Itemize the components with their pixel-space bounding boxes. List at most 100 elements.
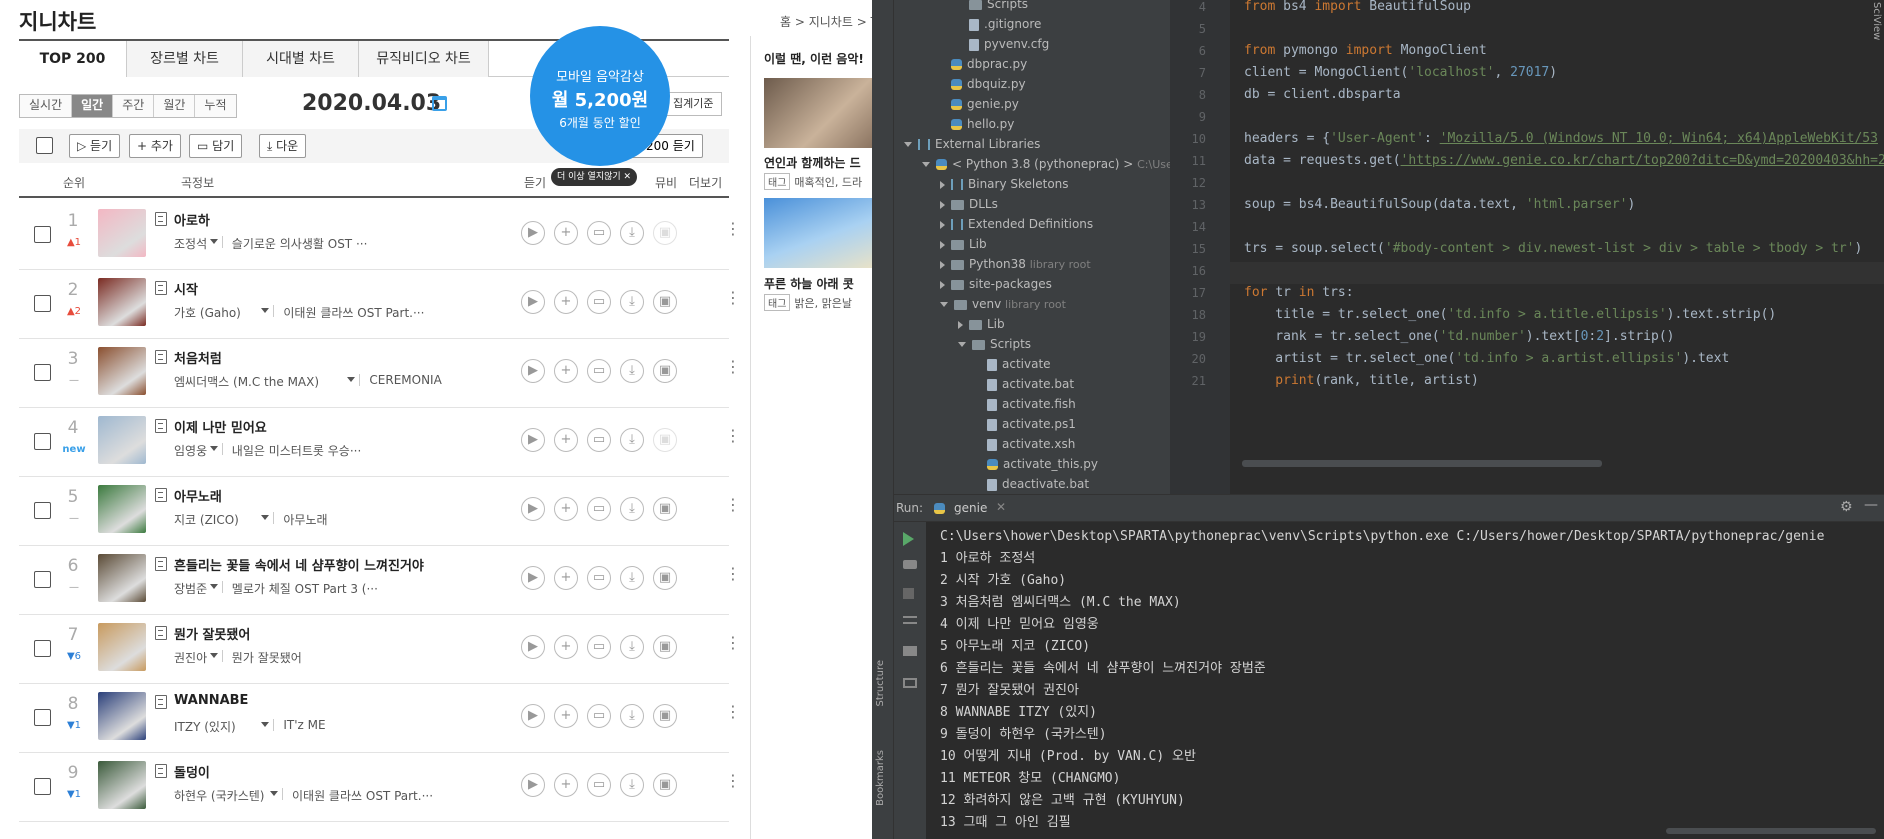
song-artist[interactable]: 가호 (Gaho): [174, 304, 241, 321]
more-options-icon[interactable]: ⋮: [725, 219, 741, 238]
tree-item[interactable]: Binary Skeletons: [940, 174, 1069, 194]
play-icon[interactable]: ▶: [521, 290, 545, 314]
add-icon[interactable]: +: [554, 221, 578, 245]
play-icon[interactable]: ▶: [521, 497, 545, 521]
download-icon[interactable]: ⤓: [620, 290, 644, 314]
minimize-icon[interactable]: —: [1864, 497, 1878, 513]
run-tab-genie[interactable]: genie: [954, 501, 987, 515]
download-icon[interactable]: ⤓: [620, 359, 644, 383]
tree-item[interactable]: activate.ps1: [976, 414, 1076, 434]
album-art[interactable]: [98, 278, 146, 326]
add-icon[interactable]: +: [554, 497, 578, 521]
song-title[interactable]: 아로하: [174, 210, 210, 229]
close-tab-icon[interactable]: ✕: [996, 500, 1006, 514]
song-artist[interactable]: 엠씨더맥스 (M.C the MAX): [174, 373, 319, 390]
download-icon[interactable]: ⤓: [620, 497, 644, 521]
editor-scrollbar[interactable]: [1242, 460, 1602, 467]
music-video-icon[interactable]: ▣: [653, 290, 677, 314]
rerun-icon[interactable]: [903, 532, 914, 546]
folder-icon[interactable]: ▭: [587, 290, 611, 314]
artist-dropdown-icon[interactable]: [209, 446, 218, 451]
tree-item[interactable]: .gitignore: [958, 14, 1041, 34]
promo-close-button[interactable]: 더 이상 열지않기 ✕: [551, 168, 638, 186]
music-video-icon[interactable]: ▣: [653, 497, 677, 521]
tree-item[interactable]: activate_this.py: [976, 454, 1098, 474]
recommend-image-2[interactable]: [764, 198, 872, 268]
album-art[interactable]: [98, 209, 146, 257]
recommend-title-2[interactable]: 푸른 하늘 아래 콧: [764, 275, 854, 292]
row-checkbox[interactable]: [34, 226, 51, 243]
expand-arrow-icon[interactable]: [940, 240, 945, 249]
expand-arrow-icon[interactable]: [940, 200, 945, 209]
row-checkbox[interactable]: [34, 640, 51, 657]
download-icon[interactable]: ⤓: [620, 566, 644, 590]
tree-item[interactable]: Scripts: [958, 334, 1031, 354]
song-album[interactable]: 뭔가 잘못됐어: [232, 649, 302, 666]
music-video-icon[interactable]: ▣: [653, 359, 677, 383]
download-icon[interactable]: ⤓: [620, 635, 644, 659]
period-weekly[interactable]: 주간: [113, 95, 155, 117]
tree-item[interactable]: Lib: [940, 234, 987, 254]
song-album[interactable]: IT'z ME: [283, 718, 325, 732]
song-title[interactable]: 아무노래: [174, 486, 222, 505]
add-icon[interactable]: +: [554, 290, 578, 314]
bookmarks-tool-tab[interactable]: Bookmarks: [875, 750, 891, 806]
play-selected-button[interactable]: ▷ 듣기: [69, 134, 121, 158]
add-icon[interactable]: +: [554, 428, 578, 452]
collapse-arrow-icon[interactable]: [922, 162, 930, 167]
row-checkbox[interactable]: [34, 295, 51, 312]
tree-item[interactable]: venv library root: [940, 294, 1066, 314]
tree-item[interactable]: < Python 3.8 (pythoneprac) > C:\Users: [922, 154, 1183, 174]
tree-item[interactable]: hello.py: [940, 114, 1014, 134]
song-title[interactable]: 처음처럼: [174, 348, 222, 367]
play-icon[interactable]: ▶: [521, 773, 545, 797]
song-album[interactable]: 슬기로운 의사생활 OST ···: [232, 235, 368, 252]
artist-dropdown-icon[interactable]: [209, 653, 218, 658]
folder-icon[interactable]: ▭: [587, 428, 611, 452]
save-selected-button[interactable]: ▭ 담기: [189, 134, 243, 158]
folder-icon[interactable]: ▭: [587, 221, 611, 245]
recommend-title-1[interactable]: 연인과 함께하는 드: [764, 154, 861, 171]
tree-item[interactable]: activate.xsh: [976, 434, 1075, 454]
settings-gear-icon[interactable]: ⚙: [1840, 499, 1853, 515]
collapse-arrow-icon[interactable]: [940, 302, 948, 307]
artist-dropdown-icon[interactable]: [261, 722, 270, 727]
row-checkbox[interactable]: [34, 502, 51, 519]
music-video-icon[interactable]: ▣: [653, 704, 677, 728]
song-album[interactable]: 멜로가 체질 OST Part 3 (···: [232, 580, 378, 597]
folder-icon[interactable]: ▭: [587, 359, 611, 383]
tree-item[interactable]: pyvenv.cfg: [958, 34, 1049, 54]
artist-dropdown-icon[interactable]: [209, 584, 218, 589]
expand-arrow-icon[interactable]: [940, 260, 945, 269]
tree-item[interactable]: genie.py: [940, 94, 1019, 114]
tree-item[interactable]: activate: [976, 354, 1051, 374]
expand-arrow-icon[interactable]: [940, 180, 945, 189]
song-album[interactable]: 이태원 클라쓰 OST Part.···: [283, 304, 424, 321]
song-artist[interactable]: 장범준: [174, 580, 207, 597]
song-artist[interactable]: ITZY (있지): [174, 718, 236, 735]
add-icon[interactable]: +: [554, 773, 578, 797]
tab-era-chart[interactable]: 시대별 차트: [243, 41, 359, 77]
song-info-icon[interactable]: [155, 419, 167, 433]
tree-item[interactable]: deactivate.bat: [976, 474, 1089, 494]
tree-item[interactable]: DLLs: [940, 194, 998, 214]
song-album[interactable]: 이태원 클라쓰 OST Part.···: [292, 787, 433, 804]
play-icon[interactable]: ▶: [521, 704, 545, 728]
row-checkbox[interactable]: [34, 364, 51, 381]
play-icon[interactable]: ▶: [521, 359, 545, 383]
tree-item[interactable]: activate.fish: [976, 394, 1076, 414]
run-console-output[interactable]: C:\Users\hower\Desktop\SPARTA\pythonepra…: [926, 522, 1884, 839]
song-info-icon[interactable]: [155, 488, 167, 502]
song-artist[interactable]: 임영웅: [174, 442, 207, 459]
music-video-icon[interactable]: ▣: [653, 773, 677, 797]
console-scrollbar[interactable]: [1666, 828, 1876, 834]
song-info-icon[interactable]: [155, 281, 167, 295]
tree-item[interactable]: Scripts: [958, 0, 1028, 14]
code-editor[interactable]: from bs4 import BeautifulSoup from pymong…: [1230, 0, 1884, 494]
download-icon[interactable]: ⤓: [620, 221, 644, 245]
album-art[interactable]: [98, 554, 146, 602]
song-album[interactable]: 아무노래: [283, 511, 327, 528]
download-icon[interactable]: ⤓: [620, 773, 644, 797]
song-title[interactable]: 뭔가 잘못됐어: [174, 624, 250, 643]
folder-icon[interactable]: ▭: [587, 773, 611, 797]
